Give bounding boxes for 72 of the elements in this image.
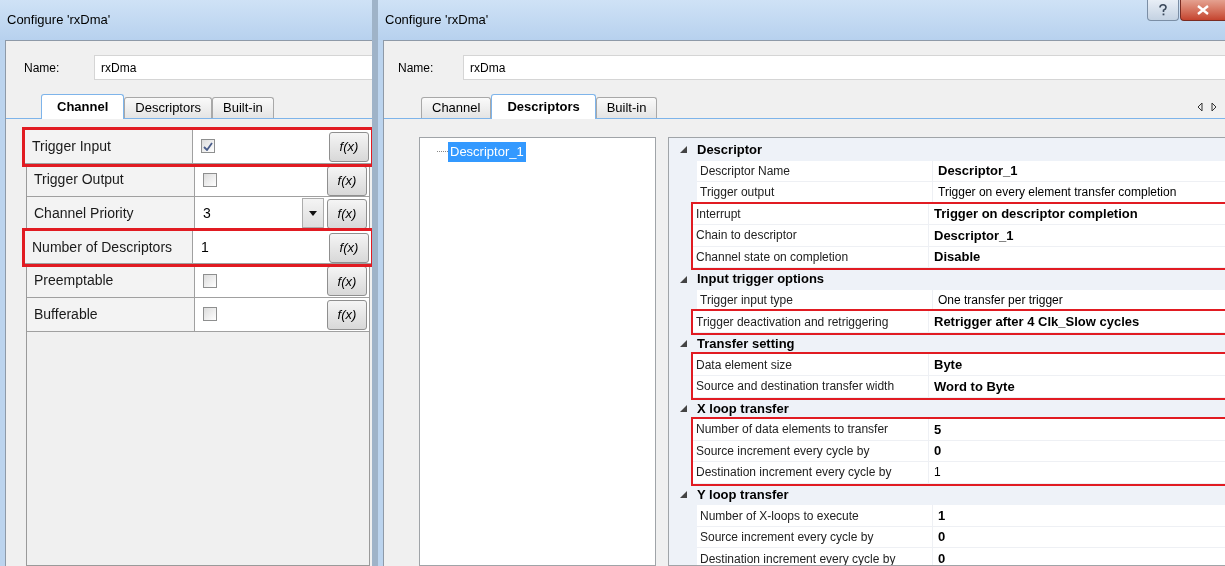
property-value: 1 bbox=[933, 464, 942, 482]
property-label: Trigger Input bbox=[25, 130, 193, 163]
category-title: Y loop transfer bbox=[697, 485, 789, 504]
tab[interactable]: Descriptors bbox=[124, 97, 213, 118]
tab[interactable]: Descriptors bbox=[491, 94, 596, 119]
property-value: Trigger on descriptor completion bbox=[933, 205, 1139, 224]
property-value: 5 bbox=[933, 420, 943, 439]
property-label: Number of Descriptors bbox=[25, 230, 193, 264]
checkbox[interactable] bbox=[203, 273, 217, 288]
check-icon bbox=[203, 141, 213, 151]
property-label: Source increment every cycle by bbox=[697, 526, 933, 548]
property-label: Trigger input type bbox=[697, 289, 933, 311]
checkbox[interactable] bbox=[203, 307, 217, 322]
property-value: 0 bbox=[933, 442, 943, 461]
property-value: Byte bbox=[933, 356, 964, 374]
property-label: Destination increment every cycle by bbox=[697, 548, 933, 565]
category-title: Transfer setting bbox=[697, 334, 795, 353]
property-label: Chain to descriptor bbox=[693, 225, 929, 246]
property-label: Interrupt bbox=[693, 203, 929, 225]
property-value: 1 bbox=[201, 237, 210, 257]
formula-button[interactable]: f(x) bbox=[327, 299, 367, 330]
property-value: 0 bbox=[937, 549, 947, 565]
property-value: 0 bbox=[937, 528, 947, 547]
checkbox[interactable] bbox=[203, 172, 217, 187]
name-label: Name: bbox=[398, 59, 435, 77]
checkbox[interactable] bbox=[201, 139, 215, 154]
dropdown-value: 3 bbox=[203, 204, 212, 223]
formula-button[interactable]: f(x) bbox=[329, 132, 369, 162]
property-label: Number of data elements to transfer bbox=[693, 419, 929, 440]
property-label: Source and destination transfer width bbox=[693, 376, 929, 397]
tab[interactable]: Built-in bbox=[212, 97, 274, 118]
help-button[interactable] bbox=[1147, 0, 1179, 21]
help-icon bbox=[1159, 4, 1167, 16]
close-button[interactable] bbox=[1180, 0, 1225, 21]
window-title: Configure 'rxDma' bbox=[7, 11, 111, 30]
property-label: Destination increment every cycle by bbox=[693, 462, 929, 483]
property-label: Bufferable bbox=[27, 297, 195, 331]
property-value: 1 bbox=[937, 506, 947, 525]
dropdown-button[interactable] bbox=[302, 198, 324, 229]
property-value: Word to Byte bbox=[933, 377, 1016, 396]
property-label: Data element size bbox=[693, 354, 929, 375]
property-label: Descriptor Name bbox=[697, 160, 933, 182]
caret-icon bbox=[309, 211, 317, 216]
name-field[interactable]: rxDma bbox=[94, 55, 372, 80]
formula-button[interactable]: f(x) bbox=[327, 266, 367, 297]
formula-button[interactable]: f(x) bbox=[327, 165, 367, 196]
property-value: Trigger on every element transfer completion bbox=[937, 184, 1178, 202]
category-title: Input trigger options bbox=[697, 270, 825, 289]
property-label: Number of X-loops to execute bbox=[697, 505, 933, 526]
formula-button[interactable]: f(x) bbox=[327, 199, 367, 230]
close-icon bbox=[1197, 5, 1209, 15]
tab[interactable]: Channel bbox=[41, 94, 125, 119]
property-value: Disable bbox=[933, 248, 982, 267]
property-value: Descriptor_1 bbox=[937, 162, 1019, 181]
property-label: Trigger deactivation and retriggering bbox=[693, 311, 929, 332]
property-value: Descriptor_1 bbox=[933, 226, 1015, 245]
property-value: Retrigger after 4 Clk_Slow cycles bbox=[933, 312, 1141, 331]
tab[interactable]: Built-in bbox=[595, 97, 658, 118]
property-label: Channel state on completion bbox=[693, 246, 929, 268]
category-title: X loop transfer bbox=[697, 399, 789, 418]
window-title: Configure 'rxDma' bbox=[385, 11, 489, 30]
formula-button[interactable]: f(x) bbox=[329, 232, 369, 263]
name-label: Name: bbox=[24, 59, 61, 77]
tab[interactable]: Channel bbox=[421, 97, 492, 118]
name-field[interactable]: rxDma bbox=[463, 55, 1225, 80]
category-title: Descriptor bbox=[697, 141, 763, 159]
scroll-left-icon bbox=[1197, 102, 1203, 112]
property-value: One transfer per trigger bbox=[937, 292, 1064, 310]
property-label: Trigger output bbox=[697, 182, 933, 203]
property-label: Channel Priority bbox=[27, 197, 195, 230]
scroll-right-icon bbox=[1211, 102, 1217, 112]
property-label: Source increment every cycle by bbox=[693, 440, 929, 462]
